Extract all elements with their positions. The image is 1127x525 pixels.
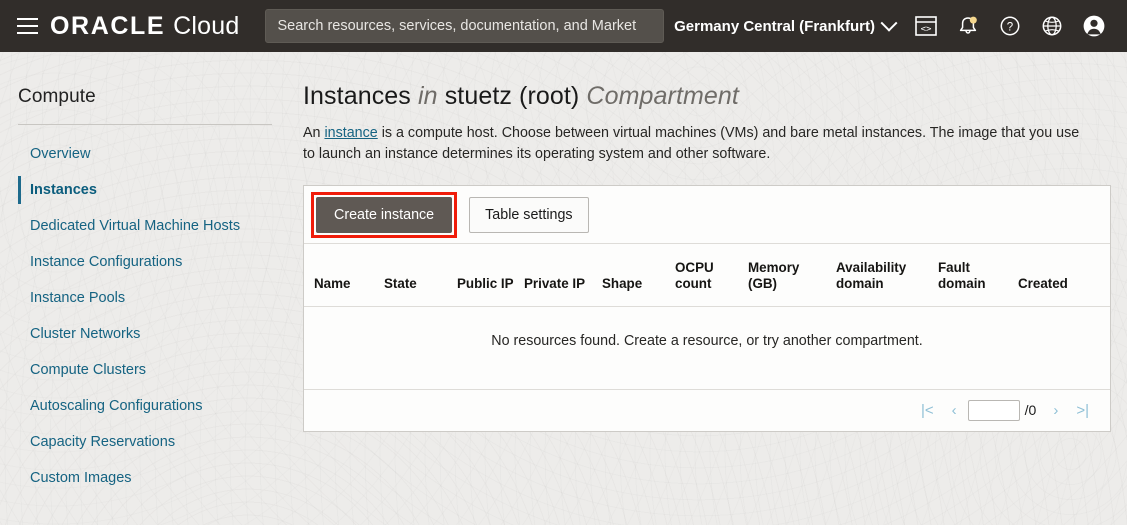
pagination-total-pages: /0 — [1024, 402, 1037, 418]
page-body: Compute Overview Instances Dedicated Vir… — [0, 52, 1127, 525]
column-header-shape[interactable]: Shape — [602, 244, 675, 306]
create-instance-button[interactable]: Create instance — [316, 196, 453, 233]
top-header-bar: ORACLE Cloud Germany Central (Frankfurt)… — [0, 0, 1127, 52]
search-input[interactable] — [277, 18, 653, 34]
table-header: Name State Public IP Private IP Shape OC… — [304, 244, 1110, 306]
instances-table-card: Create instance Table settings Name Stat… — [303, 185, 1111, 432]
table-settings-button[interactable]: Table settings — [469, 196, 589, 233]
sidebar-item-compute-clusters[interactable]: Compute Clusters — [18, 352, 296, 388]
sidebar-item-instances[interactable]: Instances — [18, 172, 296, 208]
page-title: Instances in stuetz (root) Compartment — [303, 82, 1103, 111]
sidebar-item-overview[interactable]: Overview — [18, 136, 296, 172]
sidebar-nav-list: Overview Instances Dedicated Virtual Mac… — [18, 136, 296, 496]
page-description: An instance is a compute host. Choose be… — [303, 123, 1093, 165]
user-avatar-icon[interactable] — [1073, 5, 1115, 47]
brand-oracle-text: ORACLE — [50, 11, 166, 40]
sidebar-item-instance-pools[interactable]: Instance Pools — [18, 280, 296, 316]
svg-text:?: ? — [1007, 21, 1013, 33]
page-title-compartment-name: stuetz (root) — [444, 82, 580, 110]
notifications-bell-icon[interactable] — [947, 5, 989, 47]
column-header-memory-gb[interactable]: Memory (GB) — [748, 244, 836, 306]
brand-cloud-text: Cloud — [173, 11, 240, 40]
column-header-name[interactable]: Name — [304, 244, 384, 306]
instances-table: Name State Public IP Private IP Shape OC… — [304, 244, 1110, 389]
table-header-row: Name State Public IP Private IP Shape OC… — [304, 244, 1110, 306]
column-header-ocpu-count[interactable]: OCPU count — [675, 244, 748, 306]
table-empty-state-row: No resources found. Create a resource, o… — [304, 305, 1110, 389]
sidebar-item-cluster-networks[interactable]: Cluster Networks — [18, 316, 296, 352]
sidebar-divider — [18, 124, 272, 125]
sidebar-item-capacity-reservations[interactable]: Capacity Reservations — [18, 424, 296, 460]
hamburger-line — [16, 18, 38, 20]
header-right-actions: Germany Central (Frankfurt) <> ? — [664, 5, 1115, 47]
create-instance-highlight: Create instance — [311, 191, 458, 238]
region-selector[interactable]: Germany Central (Frankfurt) — [664, 12, 905, 41]
table-toolbar: Create instance Table settings — [304, 186, 1110, 244]
pagination-last-page-icon[interactable]: >| — [1067, 400, 1098, 421]
table-body: No resources found. Create a resource, o… — [304, 305, 1110, 389]
chevron-down-icon — [880, 14, 898, 32]
hamburger-menu-icon[interactable] — [10, 9, 44, 43]
pagination-next-page-icon[interactable]: › — [1044, 400, 1067, 421]
sidebar-item-dedicated-virtual-machine-hosts[interactable]: Dedicated Virtual Machine Hosts — [18, 208, 296, 244]
empty-state-message: No resources found. Create a resource, o… — [304, 305, 1110, 389]
description-after-link: is a compute host. Choose between virtua… — [303, 125, 1080, 162]
oracle-cloud-logo[interactable]: ORACLE Cloud — [50, 12, 239, 41]
svg-text:<>: <> — [921, 25, 932, 35]
column-header-availability-domain[interactable]: Availability domain — [836, 244, 938, 306]
instance-doc-link[interactable]: instance — [324, 125, 377, 141]
description-before-link: An — [303, 125, 325, 141]
column-header-state[interactable]: State — [384, 244, 457, 306]
language-globe-icon[interactable] — [1031, 5, 1073, 47]
pagination-previous-page-icon[interactable]: ‹ — [943, 400, 966, 421]
hamburger-line — [16, 25, 38, 27]
global-search-box[interactable] — [265, 9, 665, 43]
pagination-page-input[interactable] — [967, 399, 1020, 421]
column-header-created[interactable]: Created — [1018, 244, 1110, 306]
region-label: Germany Central (Frankfurt) — [674, 17, 875, 35]
page-title-compartment-word: Compartment — [586, 82, 739, 110]
notification-badge-dot — [969, 16, 977, 24]
cloud-shell-icon[interactable]: <> — [905, 5, 947, 47]
pagination-first-page-icon[interactable]: |< — [912, 400, 943, 421]
hamburger-line — [16, 32, 38, 34]
column-header-public-ip[interactable]: Public IP — [457, 244, 524, 306]
sidebar-item-custom-images[interactable]: Custom Images — [18, 460, 296, 496]
main-content: Instances in stuetz (root) Compartment A… — [296, 52, 1127, 525]
left-sidebar: Compute Overview Instances Dedicated Vir… — [0, 52, 296, 525]
sidebar-item-instance-configurations[interactable]: Instance Configurations — [18, 244, 296, 280]
sidebar-title: Compute — [18, 86, 96, 107]
table-pagination: |< ‹ /0 › >| — [304, 388, 1110, 431]
help-question-icon[interactable]: ? — [989, 5, 1031, 47]
column-header-private-ip[interactable]: Private IP — [524, 244, 602, 306]
page-title-in: in — [417, 82, 438, 110]
page-title-resource: Instances — [303, 82, 411, 110]
sidebar-item-autoscaling-configurations[interactable]: Autoscaling Configurations — [18, 388, 296, 424]
column-header-fault-domain[interactable]: Fault domain — [938, 244, 1018, 306]
